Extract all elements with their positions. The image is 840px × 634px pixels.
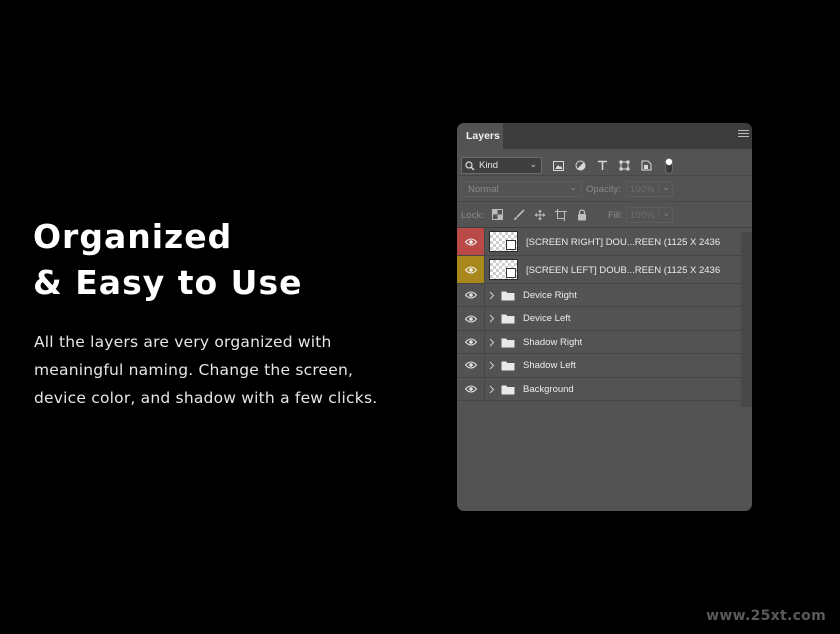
folder-icon bbox=[501, 314, 515, 324]
description: All the layers are very organized with m… bbox=[34, 328, 394, 412]
chevron-right-icon[interactable] bbox=[489, 291, 495, 300]
description-line-2: meaningful naming. Change the screen, bbox=[34, 361, 354, 379]
filter-kind-label: Kind bbox=[479, 160, 499, 171]
lock-row: Lock: Fill: 100% ⌄ bbox=[457, 202, 752, 228]
tab-layers[interactable]: Layers bbox=[457, 123, 503, 149]
eye-icon bbox=[464, 315, 477, 323]
adjustment-filter-icon[interactable] bbox=[574, 159, 587, 172]
chevron-down-icon[interactable]: ⌄ bbox=[658, 208, 670, 219]
layer-thumbnail bbox=[489, 259, 518, 280]
description-line-3: device color, and shadow with a few clic… bbox=[34, 389, 378, 407]
folder-icon bbox=[501, 385, 515, 395]
chevron-right-icon[interactable] bbox=[489, 314, 495, 323]
layer-group-device-right[interactable]: Device Right bbox=[457, 284, 741, 308]
lock-icons bbox=[491, 208, 588, 221]
visibility-toggle[interactable] bbox=[457, 256, 485, 283]
lock-transparent-pixels-icon[interactable] bbox=[491, 208, 504, 221]
folder-icon bbox=[501, 338, 515, 348]
visibility-toggle[interactable] bbox=[457, 354, 485, 377]
visibility-toggle[interactable] bbox=[457, 377, 485, 400]
headline: Organized & Easy to Use bbox=[33, 214, 413, 306]
layer-name: [SCREEN LEFT] DOUB...REEN (1125 X 2436 bbox=[526, 265, 721, 276]
panel-tab-bar: Layers bbox=[457, 123, 752, 149]
chevron-right-icon[interactable] bbox=[489, 338, 495, 347]
headline-line-2: & Easy to Use bbox=[33, 263, 303, 302]
layer-group-background[interactable]: Background bbox=[457, 377, 741, 401]
layer-group-device-left[interactable]: Device Left bbox=[457, 307, 741, 331]
layers-list: [SCREEN RIGHT] DOU...REEN (1125 X 2436 [… bbox=[457, 228, 752, 401]
fill-label: Fill: bbox=[608, 210, 623, 221]
layer-screen-right[interactable]: [SCREEN RIGHT] DOU...REEN (1125 X 2436 bbox=[457, 228, 741, 256]
eye-icon bbox=[464, 266, 477, 273]
layer-name: Shadow Left bbox=[523, 360, 576, 372]
lock-all-icon[interactable] bbox=[575, 208, 588, 221]
opacity-value: 100% bbox=[630, 184, 655, 195]
opacity-label: Opacity: bbox=[586, 184, 621, 195]
layer-group-shadow-left[interactable]: Shadow Left bbox=[457, 354, 741, 378]
visibility-toggle[interactable] bbox=[457, 307, 485, 330]
fill-field[interactable]: 100% ⌄ bbox=[626, 207, 673, 223]
filter-toggle-icon[interactable] bbox=[662, 157, 675, 174]
type-filter-icon[interactable] bbox=[596, 159, 609, 172]
panel-menu-icon[interactable] bbox=[738, 130, 749, 140]
smart-object-filter-icon[interactable] bbox=[640, 159, 653, 172]
visibility-toggle[interactable] bbox=[457, 228, 485, 255]
visibility-toggle[interactable] bbox=[457, 330, 485, 354]
filter-row: Kind ⌄ bbox=[457, 149, 752, 176]
watermark: www.25xt.com bbox=[706, 608, 826, 624]
layer-thumbnail bbox=[489, 231, 518, 252]
folder-icon bbox=[501, 361, 515, 371]
eye-icon bbox=[464, 238, 477, 245]
scrollbar[interactable] bbox=[741, 232, 752, 407]
folder-icon bbox=[501, 291, 515, 301]
layer-group-shadow-right[interactable]: Shadow Right bbox=[457, 330, 741, 355]
eye-icon bbox=[464, 385, 477, 393]
smart-object-badge-icon bbox=[506, 268, 516, 278]
eye-icon bbox=[464, 291, 477, 299]
search-icon bbox=[465, 161, 475, 171]
chevron-down-icon: ⌄ bbox=[529, 159, 537, 169]
lock-image-pixels-icon[interactable] bbox=[512, 208, 525, 221]
fill-value: 100% bbox=[630, 210, 655, 221]
layer-name: Device Right bbox=[523, 290, 577, 301]
layer-name: Shadow Right bbox=[523, 336, 583, 348]
headline-line-1: Organized bbox=[33, 217, 233, 256]
layer-name: Device Left bbox=[523, 313, 571, 325]
lock-position-icon[interactable] bbox=[533, 208, 546, 221]
chevron-right-icon[interactable] bbox=[489, 361, 495, 370]
opacity-field[interactable]: 100% ⌄ bbox=[626, 181, 673, 197]
layer-name: [SCREEN RIGHT] DOU...REEN (1125 X 2436 bbox=[526, 237, 721, 248]
blend-mode-value: Normal bbox=[468, 184, 499, 195]
layer-screen-left[interactable]: [SCREEN LEFT] DOUB...REEN (1125 X 2436 bbox=[457, 256, 741, 284]
eye-icon bbox=[464, 338, 477, 346]
chevron-down-icon: ⌄ bbox=[569, 182, 577, 192]
filter-icons bbox=[552, 157, 675, 174]
image-filter-icon[interactable] bbox=[552, 159, 565, 172]
layer-name: Background bbox=[523, 383, 574, 395]
smart-object-badge-icon bbox=[506, 240, 516, 250]
blend-row: Normal ⌄ Opacity: 100% ⌄ bbox=[457, 176, 752, 202]
eye-icon bbox=[464, 361, 477, 369]
chevron-down-icon[interactable]: ⌄ bbox=[658, 182, 670, 193]
shape-filter-icon[interactable] bbox=[618, 159, 631, 172]
description-line-1: All the layers are very organized with bbox=[34, 333, 332, 351]
filter-kind-select[interactable]: Kind ⌄ bbox=[461, 157, 542, 174]
lock-label: Lock: bbox=[461, 210, 484, 221]
blend-mode-select[interactable]: Normal ⌄ bbox=[461, 181, 582, 197]
visibility-toggle[interactable] bbox=[457, 284, 485, 307]
chevron-right-icon[interactable] bbox=[489, 385, 495, 394]
lock-artboard-icon[interactable] bbox=[554, 208, 567, 221]
layers-panel: Layers Kind ⌄ Normal ⌄ Opacity: 100% ⌄ L… bbox=[457, 123, 752, 511]
